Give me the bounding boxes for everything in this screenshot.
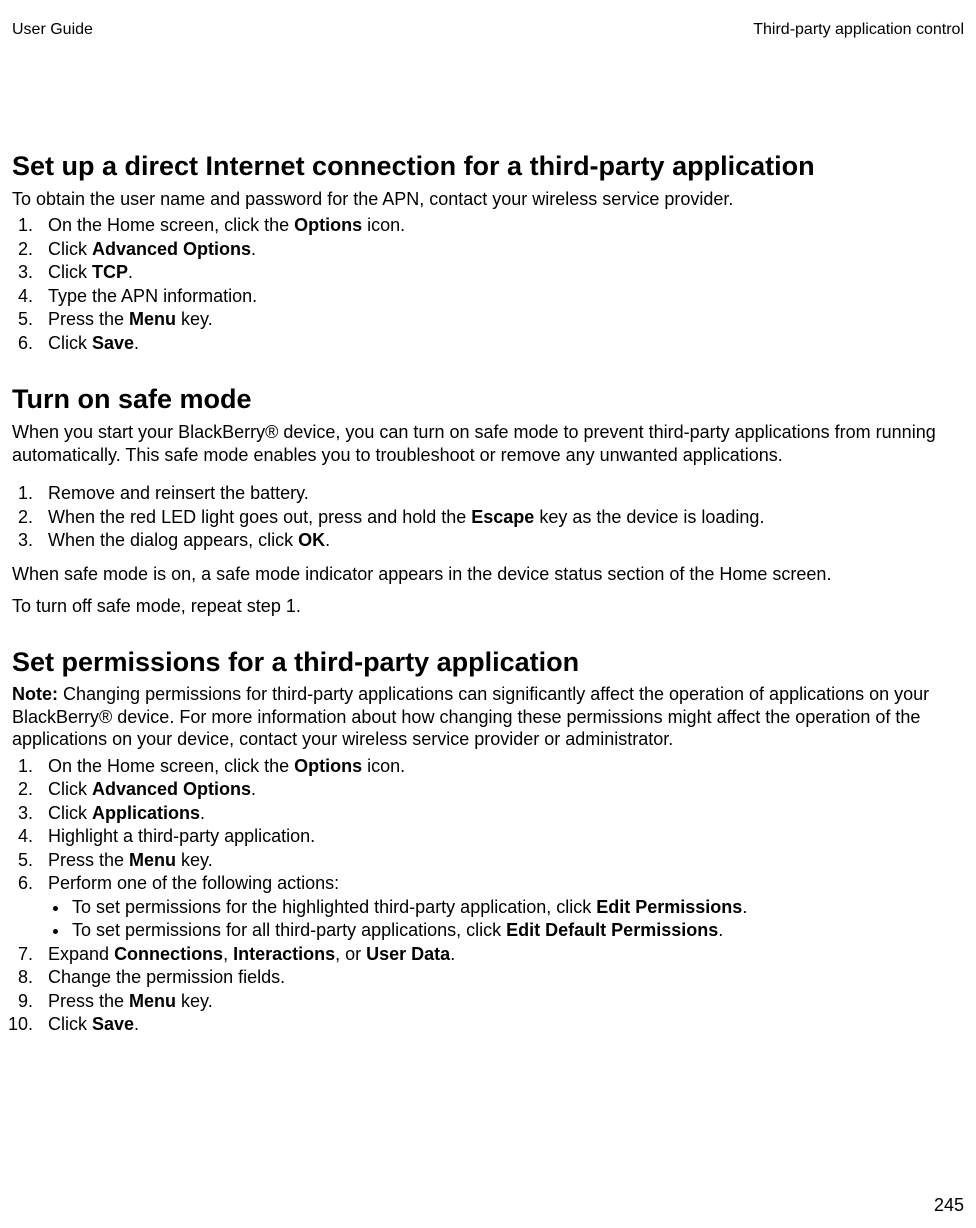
s1-step1: On the Home screen, click the Options ic… <box>38 214 964 237</box>
s1-step4: Type the APN information. <box>38 285 964 308</box>
s3-step6-bullets: To set permissions for the highlighted t… <box>48 896 964 942</box>
header-left: User Guide <box>12 20 93 40</box>
s3-step2: Click Advanced Options. <box>38 778 964 801</box>
page: User Guide Third-party application contr… <box>0 0 976 1228</box>
section1-intro: To obtain the user name and password for… <box>12 188 964 211</box>
section-title-set-permissions: Set permissions for a third-party applic… <box>12 646 964 680</box>
section2-intro: When you start your BlackBerry® device, … <box>12 421 964 466</box>
s3-step6: Perform one of the following actions: To… <box>38 872 964 942</box>
header-right: Third-party application control <box>753 20 964 40</box>
s3-step4: Highlight a third-party application. <box>38 825 964 848</box>
s1-step2: Click Advanced Options. <box>38 238 964 261</box>
note-label: Note: <box>12 684 58 704</box>
s3-step5: Press the Menu key. <box>38 849 964 872</box>
s3-step1: On the Home screen, click the Options ic… <box>38 755 964 778</box>
section-title-safe-mode: Turn on safe mode <box>12 383 964 417</box>
section1-steps: On the Home screen, click the Options ic… <box>12 214 964 354</box>
s3-step7: Expand Connections, Interactions, or Use… <box>38 943 964 966</box>
note-body: Changing permissions for third-party app… <box>12 684 929 749</box>
s3-step9: Press the Menu key. <box>38 990 964 1013</box>
s2-step2: When the red LED light goes out, press a… <box>38 506 964 529</box>
s3-step3: Click Applications. <box>38 802 964 825</box>
section-title-direct-connection: Set up a direct Internet connection for … <box>12 150 964 184</box>
s2-after1: When safe mode is on, a safe mode indica… <box>12 563 964 586</box>
section2-steps: Remove and reinsert the battery. When th… <box>12 482 964 552</box>
section3-note: Note: Changing permissions for third-par… <box>12 683 964 751</box>
s3-step10: Click Save. <box>38 1013 964 1036</box>
s1-step6: Click Save. <box>38 332 964 355</box>
s2-after2: To turn off safe mode, repeat step 1. <box>12 595 964 618</box>
s2-step3: When the dialog appears, click OK. <box>38 529 964 552</box>
section3-steps: On the Home screen, click the Options ic… <box>12 755 964 1036</box>
s1-step5: Press the Menu key. <box>38 308 964 331</box>
s3-bullet1: To set permissions for the highlighted t… <box>70 896 964 919</box>
s2-step1: Remove and reinsert the battery. <box>38 482 964 505</box>
page-number: 245 <box>934 1194 964 1217</box>
s3-step8: Change the permission fields. <box>38 966 964 989</box>
s3-bullet2: To set permissions for all third-party a… <box>70 919 964 942</box>
page-header: User Guide Third-party application contr… <box>12 20 964 40</box>
s1-step3: Click TCP. <box>38 261 964 284</box>
